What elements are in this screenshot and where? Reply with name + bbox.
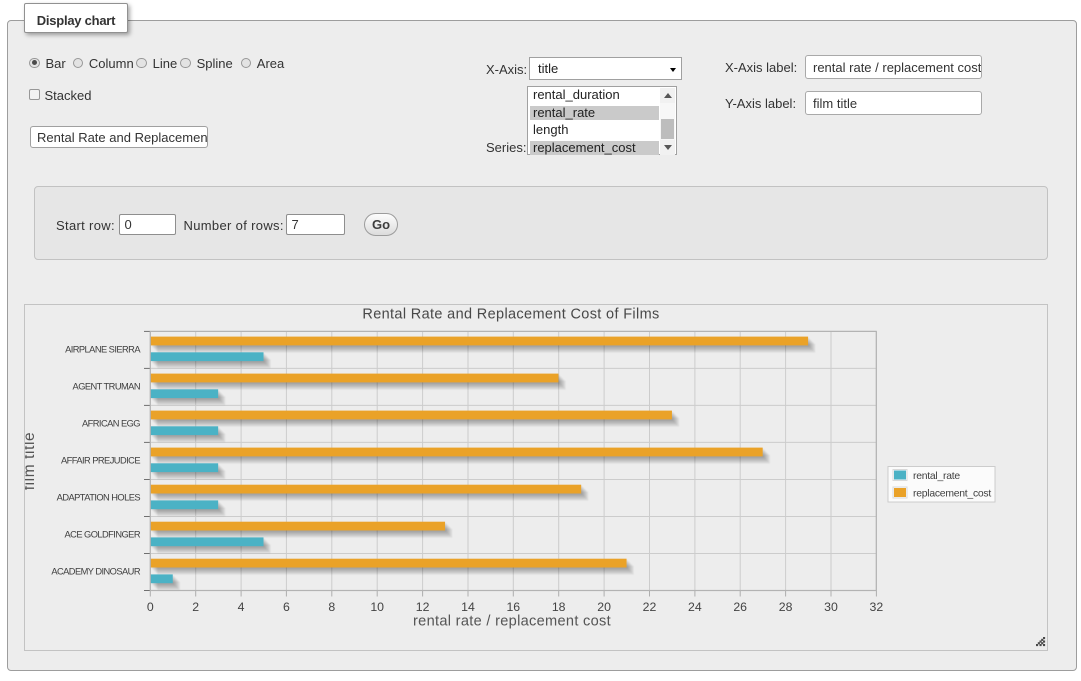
svg-text:6: 6 — [283, 600, 290, 614]
svg-text:4: 4 — [238, 600, 245, 614]
svg-text:rental_rate: rental_rate — [913, 471, 960, 482]
svg-text:24: 24 — [688, 600, 702, 614]
svg-text:32: 32 — [870, 600, 884, 614]
svg-text:30: 30 — [824, 600, 838, 614]
svg-text:AIRPLANE SIERRA: AIRPLANE SIERRA — [65, 344, 141, 354]
svg-text:replacement_cost: replacement_cost — [913, 488, 991, 499]
svg-text:2: 2 — [192, 600, 199, 614]
svg-text:14: 14 — [461, 600, 475, 614]
svg-text:22: 22 — [643, 600, 657, 614]
svg-text:rental rate / replacement cost: rental rate / replacement cost — [413, 614, 611, 630]
svg-text:18: 18 — [552, 600, 566, 614]
svg-text:film title: film title — [25, 432, 38, 491]
svg-text:20: 20 — [597, 600, 611, 614]
svg-text:0: 0 — [147, 600, 154, 614]
svg-text:16: 16 — [506, 600, 520, 614]
svg-text:26: 26 — [733, 600, 747, 614]
svg-text:28: 28 — [779, 600, 793, 614]
svg-text:ACE GOLDFINGER: ACE GOLDFINGER — [65, 530, 141, 540]
svg-text:AFFAIR PREJUDICE: AFFAIR PREJUDICE — [61, 455, 140, 465]
svg-text:ACADEMY DINOSAUR: ACADEMY DINOSAUR — [51, 567, 140, 577]
svg-text:AFRICAN EGG: AFRICAN EGG — [82, 418, 140, 428]
svg-text:AGENT TRUMAN: AGENT TRUMAN — [73, 381, 140, 391]
svg-text:8: 8 — [328, 600, 335, 614]
svg-text:10: 10 — [370, 600, 384, 614]
svg-text:12: 12 — [416, 600, 430, 614]
svg-text:ADAPTATION HOLES: ADAPTATION HOLES — [57, 493, 141, 503]
svg-text:Rental Rate and Replacement Co: Rental Rate and Replacement Cost of Film… — [362, 307, 659, 323]
